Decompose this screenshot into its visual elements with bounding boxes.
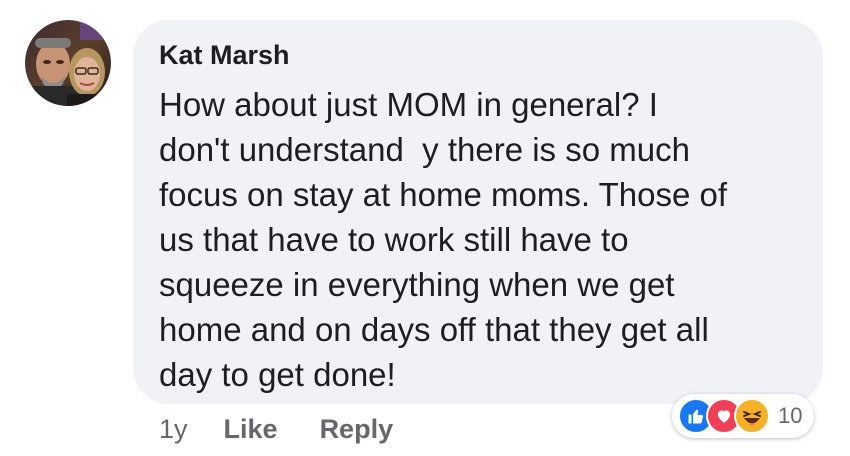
reactions-summary[interactable]: 10 <box>672 394 815 438</box>
haha-icon <box>734 398 770 434</box>
comment-line: home and on days off that they get all <box>159 311 709 348</box>
reply-button[interactable]: Reply <box>320 414 394 445</box>
avatar-photo <box>25 20 111 106</box>
comment-actions: 1y Like Reply <box>159 412 435 446</box>
comment-root: Kat Marsh How about just MOM in general?… <box>0 0 850 456</box>
comment-line: us that have to work still have to <box>159 221 629 258</box>
avatar[interactable] <box>25 20 111 106</box>
comment-timestamp[interactable]: 1y <box>159 414 188 445</box>
like-button[interactable]: Like <box>224 414 278 445</box>
comment-line: don't understand y there is so much <box>159 131 690 168</box>
comment-line: day to get done! <box>159 356 396 393</box>
comment-line: focus on stay at home moms. Those of <box>159 176 727 213</box>
comment-text: How about just MOM in general? I don't u… <box>159 82 809 397</box>
comment-line: How about just MOM in general? I <box>159 86 658 123</box>
reaction-count: 10 <box>778 403 803 428</box>
comment-line: squeeze in everything when we get <box>159 266 675 303</box>
comment-author[interactable]: Kat Marsh <box>159 38 290 72</box>
